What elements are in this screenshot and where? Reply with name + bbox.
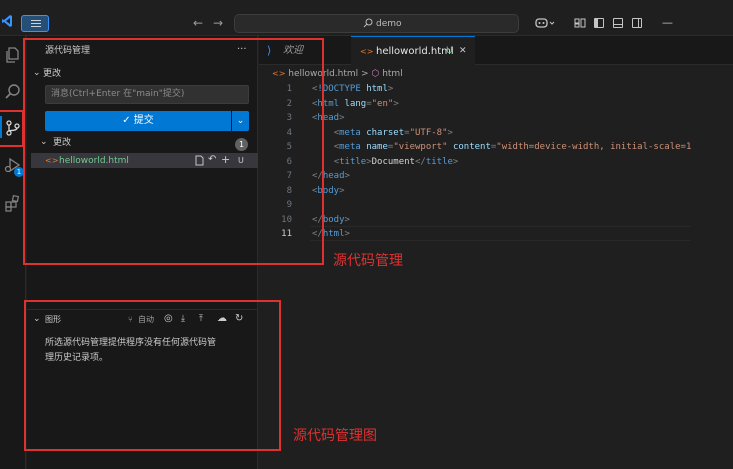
code-editor[interactable]: <!DOCTYPE html> <html lang="en"> <head> <m… xyxy=(312,82,692,242)
editor-tab-bar: ⟩ 欢迎 <> helloworld.html U ✕ xyxy=(259,36,733,65)
graph-annotation-label: 源代码管理图 xyxy=(293,428,377,444)
copilot-icon[interactable] xyxy=(535,15,557,31)
title-bar: ← → demo — xyxy=(0,0,733,36)
menu-icon-line xyxy=(31,23,41,24)
search-text: demo xyxy=(376,19,402,29)
toggle-panel-icon[interactable] xyxy=(613,18,623,28)
scm-icon-annotation-box xyxy=(0,110,24,147)
scm-annotation-label: 源代码管理 xyxy=(333,253,403,269)
extensions-icon[interactable] xyxy=(3,193,23,213)
explorer-icon[interactable] xyxy=(3,45,23,65)
toggle-secondary-sidebar-icon[interactable] xyxy=(632,18,642,28)
tab-label: helloworld.html xyxy=(376,46,454,57)
code-line[interactable]: <body> xyxy=(312,184,692,199)
menu-icon-line xyxy=(31,26,41,27)
toggle-primary-sidebar-icon[interactable] xyxy=(594,18,604,28)
tab-status: U xyxy=(446,46,453,56)
search-icon xyxy=(363,18,373,28)
minimize-icon[interactable]: — xyxy=(662,15,673,31)
html-file-icon: <> xyxy=(360,47,374,56)
tab-helloworld[interactable]: <> helloworld.html U ✕ xyxy=(351,36,475,65)
scm-annotation-box xyxy=(23,38,324,265)
breadcrumb-node-icon: ⬡ xyxy=(371,69,380,79)
command-center-search[interactable]: demo xyxy=(234,14,519,33)
code-line[interactable]: <!DOCTYPE html> xyxy=(312,82,692,97)
run-debug-icon[interactable] xyxy=(3,155,23,175)
code-line[interactable]: </html> xyxy=(312,227,692,242)
code-line[interactable]: <meta name="viewport" content="width=dev… xyxy=(312,140,692,155)
code-line[interactable]: <html lang="en"> xyxy=(312,97,692,112)
back-arrow-icon[interactable]: ← xyxy=(191,15,205,31)
code-line[interactable] xyxy=(312,198,692,213)
search-view-icon[interactable] xyxy=(3,82,23,102)
code-line[interactable]: </body> xyxy=(312,213,692,228)
menu-icon xyxy=(31,20,41,21)
code-line[interactable]: <title>Document</title> xyxy=(312,155,692,170)
graph-annotation-box xyxy=(24,300,281,451)
customize-layout-icon[interactable] xyxy=(574,15,586,31)
code-line[interactable]: </head> xyxy=(312,169,692,184)
code-line[interactable]: <meta charset="UTF-8"> xyxy=(312,126,692,141)
menu-button[interactable] xyxy=(21,15,49,32)
forward-arrow-icon[interactable]: → xyxy=(211,15,225,31)
code-line[interactable]: <head> xyxy=(312,111,692,126)
breadcrumb-separator: > xyxy=(361,69,369,79)
vscode-logo-icon xyxy=(2,14,12,28)
breadcrumb-node[interactable]: html xyxy=(382,69,403,79)
tab-close-icon[interactable]: ✕ xyxy=(459,37,467,66)
